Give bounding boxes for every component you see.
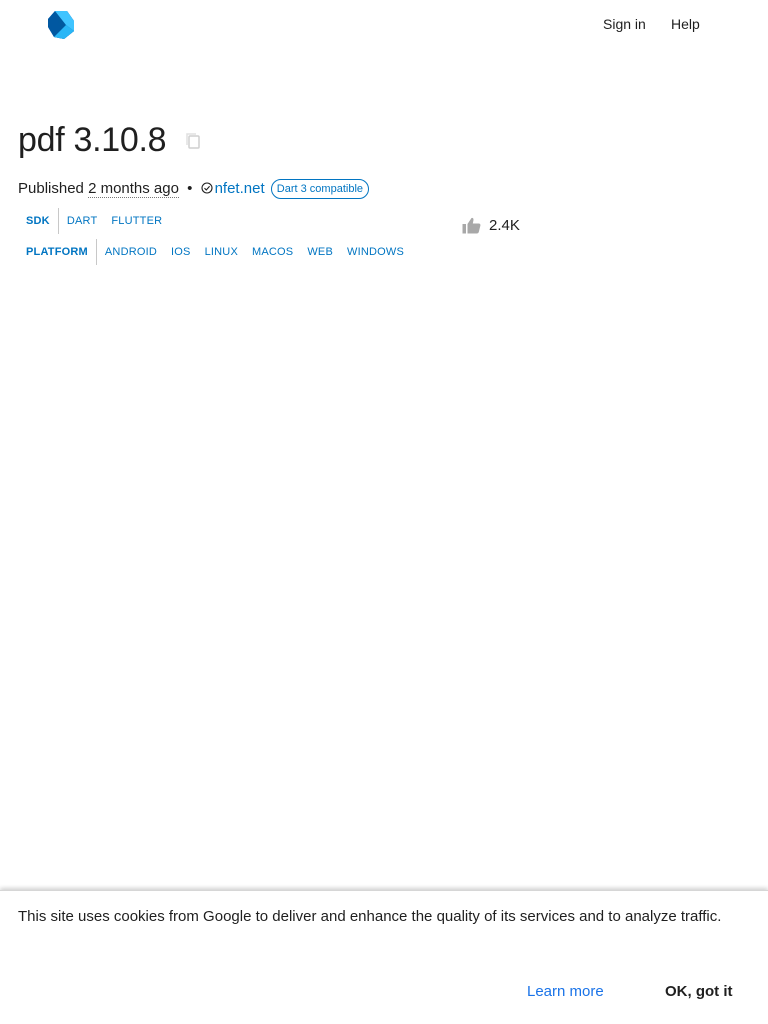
published-date: 2 months ago	[88, 180, 179, 198]
verified-publisher-icon	[201, 182, 213, 194]
platform-tag-ios[interactable]: IOS	[164, 239, 198, 265]
package-metadata: Published 2 months ago • nfet.net Dart 3…	[18, 178, 370, 200]
top-navigation: Sign in Help	[0, 14, 768, 34]
platform-tag-linux[interactable]: LINUX	[198, 239, 245, 265]
help-link[interactable]: Help	[671, 14, 700, 34]
page: Sign in Help pdf 3.10.8 Published 2 mont…	[0, 0, 768, 1024]
sign-in-link[interactable]: Sign in	[603, 14, 646, 34]
platform-tag-android[interactable]: ANDROID	[97, 239, 164, 265]
dart3-compatible-badge[interactable]: Dart 3 compatible	[270, 179, 370, 199]
platform-tag-windows[interactable]: WINDOWS	[340, 239, 411, 265]
sdk-label[interactable]: SDK	[18, 208, 59, 234]
sdk-tag-dart[interactable]: DART	[59, 208, 105, 234]
sdk-tags: SDK DART FLUTTER	[18, 208, 169, 234]
published-label: Published	[18, 180, 84, 197]
learn-more-button[interactable]: Learn more	[527, 983, 604, 1000]
platform-tag-web[interactable]: WEB	[300, 239, 340, 265]
likes: 2.4K	[462, 215, 520, 235]
platform-label[interactable]: PLATFORM	[18, 239, 97, 265]
thumb-up-icon[interactable]	[462, 217, 481, 234]
cookie-message: This site uses cookies from Google to de…	[18, 908, 722, 925]
platform-tags: PLATFORM ANDROID IOS LINUX MACOS WEB WIN…	[18, 239, 411, 265]
platform-tag-macos[interactable]: MACOS	[245, 239, 300, 265]
ok-got-it-button[interactable]: OK, got it	[665, 983, 733, 1000]
package-title-row: pdf 3.10.8	[18, 118, 200, 162]
copy-icon[interactable]	[185, 132, 201, 150]
separator-bullet: •	[187, 180, 193, 197]
publisher-link[interactable]: nfet.net	[215, 180, 265, 197]
sdk-tag-flutter[interactable]: FLUTTER	[104, 208, 169, 234]
like-count: 2.4K	[489, 216, 520, 234]
cookie-banner: This site uses cookies from Google to de…	[0, 890, 768, 1024]
package-title: pdf 3.10.8	[18, 121, 167, 159]
